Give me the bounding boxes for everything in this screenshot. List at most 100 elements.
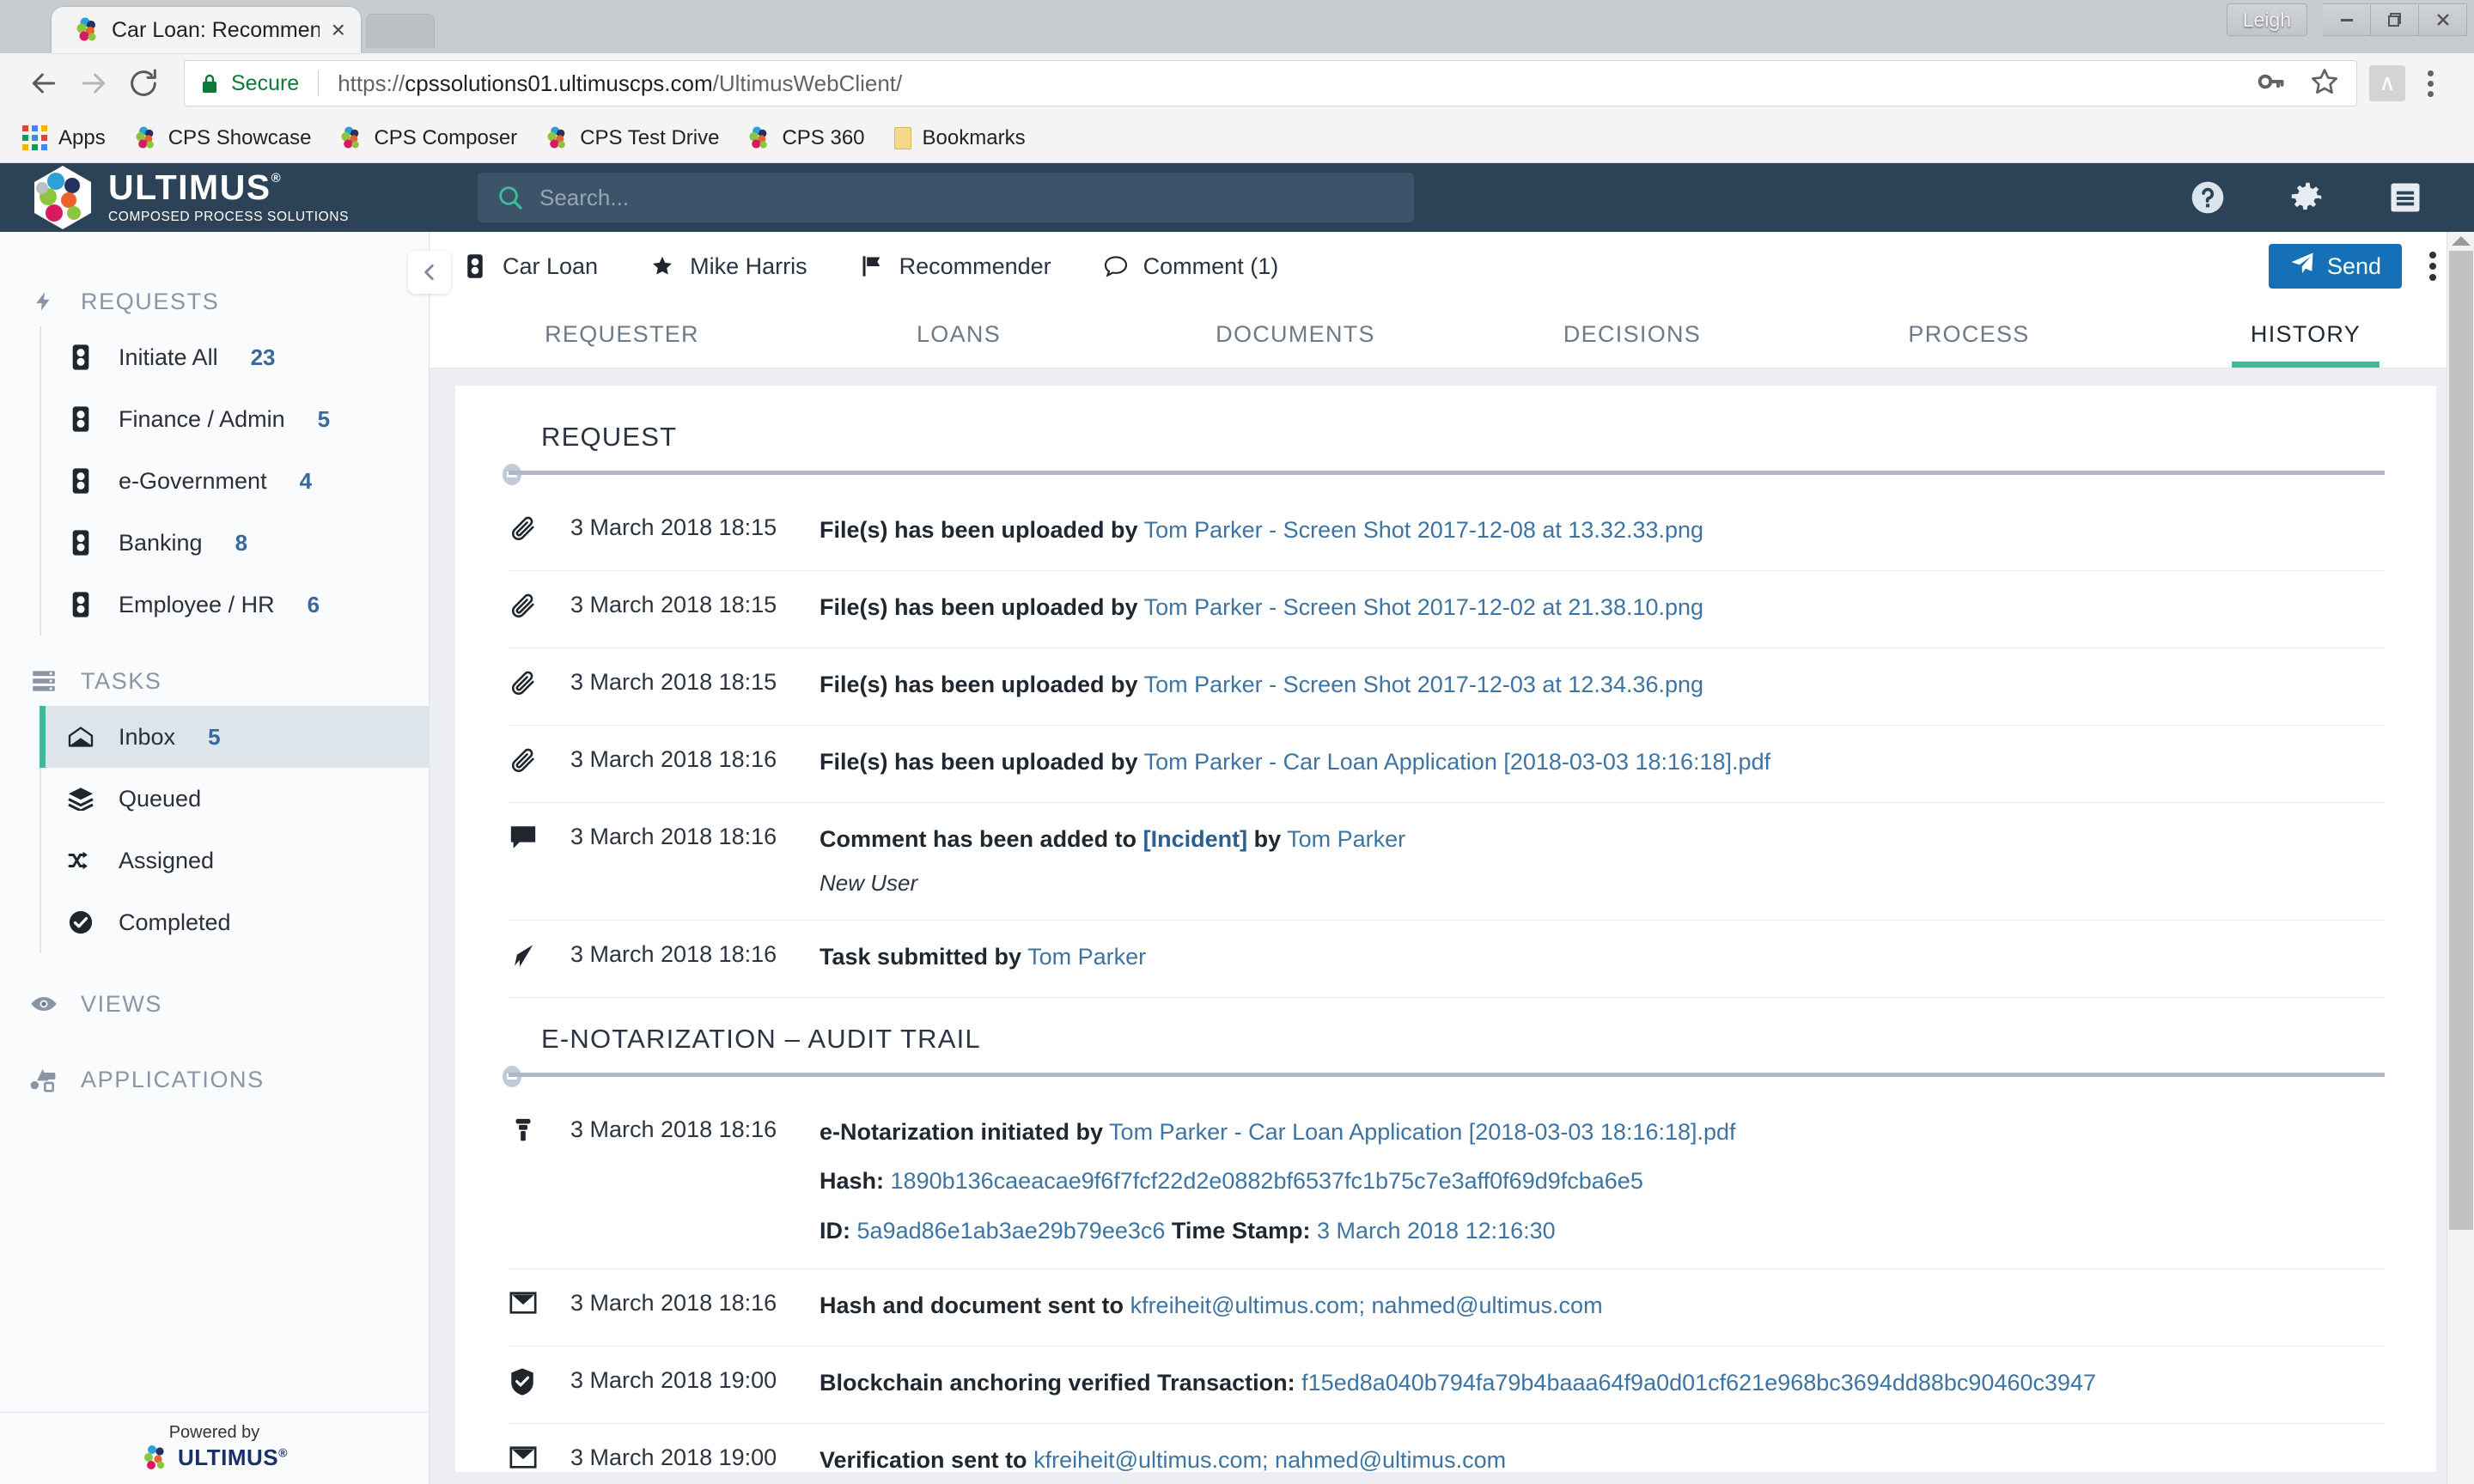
hash-value[interactable]: 1890b136caeacae9f6f7fcf22d2e0882bf6537fc… [891, 1168, 1643, 1194]
history-row-user[interactable]: Tom Parker [1144, 672, 1263, 697]
history-row: 3 March 2018 19:00 Blockchain anchoring … [509, 1347, 2385, 1425]
history-row-user[interactable]: Tom Parker [1144, 517, 1263, 543]
history-row-user[interactable]: Tom Parker [1144, 594, 1263, 620]
history-row-action: File(s) has been uploaded by [820, 749, 1138, 775]
star-icon [649, 254, 675, 278]
browser-tab[interactable]: Car Loan: Recommender × [52, 7, 361, 53]
tab-process[interactable]: PROCESS [1801, 301, 2137, 368]
scroll-up-arrow-icon[interactable] [2451, 236, 2471, 246]
bookmark-label: CPS Test Drive [580, 125, 720, 149]
history-row-text: File(s) has been uploaded by Tom Parker … [820, 513, 2385, 549]
history-row-link[interactable]: Car Loan Application [2018-03-03 18:16:1… [1283, 749, 1770, 775]
tab-documents[interactable]: DOCUMENTS [1127, 301, 1464, 368]
search-input[interactable] [539, 184, 1395, 211]
bookmark-star-icon[interactable] [2308, 65, 2341, 102]
tab-decisions[interactable]: DECISIONS [1464, 301, 1801, 368]
powered-by-label: Powered by [168, 1423, 260, 1442]
sidebar-item-count: 23 [250, 344, 276, 370]
sidebar-item-e-government[interactable]: e-Government 4 [41, 450, 429, 512]
breadcrumb-process[interactable]: Car Loan [462, 253, 598, 280]
bookmark-cps-composer[interactable]: CPS Composer [340, 126, 517, 150]
history-row-user[interactable]: Tom Parker [1109, 1119, 1228, 1145]
hamburger-menu-icon[interactable] [2386, 179, 2424, 216]
bookmark-apps[interactable]: Apps [22, 125, 106, 150]
sidebar-item-queued[interactable]: Queued [41, 768, 429, 830]
key-icon[interactable] [2255, 66, 2286, 101]
history-row-text: Hash and document sent to kfreiheit@ulti… [820, 1288, 2385, 1324]
global-search[interactable] [478, 173, 1414, 222]
chrome-menu-icon[interactable] [2405, 58, 2455, 108]
sidebar-item-initiate-all[interactable]: Initiate All 23 [41, 326, 429, 388]
bookmark-cps-test-drive[interactable]: CPS Test Drive [546, 126, 719, 150]
window-user-label[interactable]: Leigh [2226, 3, 2307, 36]
omnibox-divider [318, 70, 320, 96]
comment-icon [509, 822, 570, 851]
send-button[interactable]: Send [2268, 244, 2402, 289]
sidebar-item-assigned[interactable]: Assigned [41, 830, 429, 891]
gear-icon[interactable] [2287, 178, 2326, 217]
restore-icon[interactable] [2371, 3, 2419, 36]
tab-label: DOCUMENTS [1216, 321, 1375, 348]
history-row-user[interactable]: Tom Parker [1144, 749, 1263, 775]
breadcrumb-user[interactable]: Mike Harris [649, 253, 807, 280]
history-row-target[interactable]: [Incident] [1143, 826, 1248, 852]
breadcrumb-step[interactable]: Recommender [859, 253, 1051, 280]
id-value[interactable]: 5a9ad86e1ab3ae29b79ee3c6 [857, 1218, 1166, 1244]
minimize-icon[interactable] [2323, 3, 2371, 36]
tab-requester[interactable]: REQUESTER [454, 301, 790, 368]
bookmark-folder-bookmarks[interactable]: Bookmarks [893, 126, 1026, 150]
history-row-link[interactable]: Screen Shot 2017-12-02 at 21.38.10.png [1283, 594, 1703, 620]
history-row-link[interactable]: Screen Shot 2017-12-03 at 12.34.36.png [1283, 672, 1703, 697]
new-tab-button[interactable] [366, 14, 435, 48]
history-row-action: Hash and document sent to [820, 1292, 1124, 1319]
close-window-icon[interactable] [2419, 3, 2467, 36]
traffic-light-icon [65, 529, 96, 556]
reload-icon[interactable] [119, 58, 168, 108]
sidebar-section-tasks[interactable]: TASKS [0, 656, 429, 706]
forward-icon[interactable] [69, 58, 119, 108]
history-row-link[interactable]: kfreiheit@ultimus.com; nahmed@ultimus.co… [1130, 1292, 1603, 1318]
history-row-user[interactable]: Tom Parker [1287, 826, 1405, 852]
pdf-extension-icon[interactable]: ∧ [2369, 65, 2405, 101]
history-row: 3 March 2018 18:16 Hash and document sen… [509, 1269, 2385, 1347]
sidebar-item-completed[interactable]: Completed [41, 891, 429, 953]
history-row-link[interactable]: Screen Shot 2017-12-08 at 13.32.33.png [1283, 517, 1703, 543]
sidebar-section-label: REQUESTS [81, 288, 220, 314]
tab-loans[interactable]: LOANS [790, 301, 1127, 368]
page-scrollbar[interactable] [2447, 232, 2474, 1484]
ultimus-logo[interactable]: ULTIMUS ® COMPOSED PROCESS SOLUTIONS [31, 164, 443, 231]
sidebar-item-employee-hr[interactable]: Employee / HR 6 [41, 574, 429, 636]
sidebar-collapse-button[interactable] [408, 251, 451, 294]
flag-icon [859, 254, 885, 278]
sidebar-section-views[interactable]: VIEWS [0, 979, 429, 1029]
close-tab-icon[interactable]: × [332, 18, 345, 42]
history-row-id-timestamp: ID: 5a9ad86e1ab3ae29b79ee3c6 Time Stamp:… [820, 1213, 2385, 1250]
history-row-action: File(s) has been uploaded by [820, 517, 1138, 544]
history-row-link[interactable]: kfreiheit@ultimus.com; nahmed@ultimus.co… [1033, 1447, 1506, 1473]
sidebar-section-requests[interactable]: REQUESTS [0, 277, 429, 326]
tab-history[interactable]: HISTORY [2137, 301, 2474, 368]
transaction-hash[interactable]: f15ed8a040b794fa79b4baaa64f9a0d01cf621e9… [1301, 1370, 2096, 1396]
scrollbar-thumb[interactable] [2449, 251, 2473, 1230]
bookmark-cps-360[interactable]: CPS 360 [748, 126, 865, 150]
sidebar-item-inbox[interactable]: Inbox 5 [40, 706, 429, 768]
send-button-label: Send [2326, 252, 2381, 279]
breadcrumb-comment[interactable]: Comment (1) [1103, 253, 1278, 280]
sidebar-item-label: Completed [119, 909, 231, 935]
overflow-menu-icon[interactable] [2429, 252, 2436, 282]
sidebar-item-banking[interactable]: Banking 8 [41, 512, 429, 574]
history-row-user[interactable]: Tom Parker [1027, 944, 1146, 970]
history-row-link[interactable]: Car Loan Application [2018-03-03 18:16:1… [1248, 1119, 1735, 1145]
history-row-action: Verification sent to [820, 1447, 1027, 1474]
bookmark-cps-showcase[interactable]: CPS Showcase [135, 126, 311, 150]
back-icon[interactable] [19, 58, 69, 108]
sidebar: REQUESTS Initiate All 23 Finance / Admin… [0, 232, 451, 1484]
browser-window: Car Loan: Recommender × Leigh [0, 0, 2474, 1484]
sidebar-section-applications[interactable]: APPLICATIONS [0, 1055, 429, 1104]
sidebar-footer: Powered by ULTIMUS® [0, 1412, 429, 1484]
address-bar[interactable]: Secure https://cpssolutions01.ultimuscps… [184, 60, 2357, 106]
sidebar-item-finance-admin[interactable]: Finance / Admin 5 [41, 388, 429, 450]
history-row-separator: - [1234, 1118, 1242, 1145]
timestamp-value[interactable]: 3 March 2018 12:16:30 [1317, 1218, 1556, 1244]
help-icon[interactable] [2189, 179, 2227, 216]
